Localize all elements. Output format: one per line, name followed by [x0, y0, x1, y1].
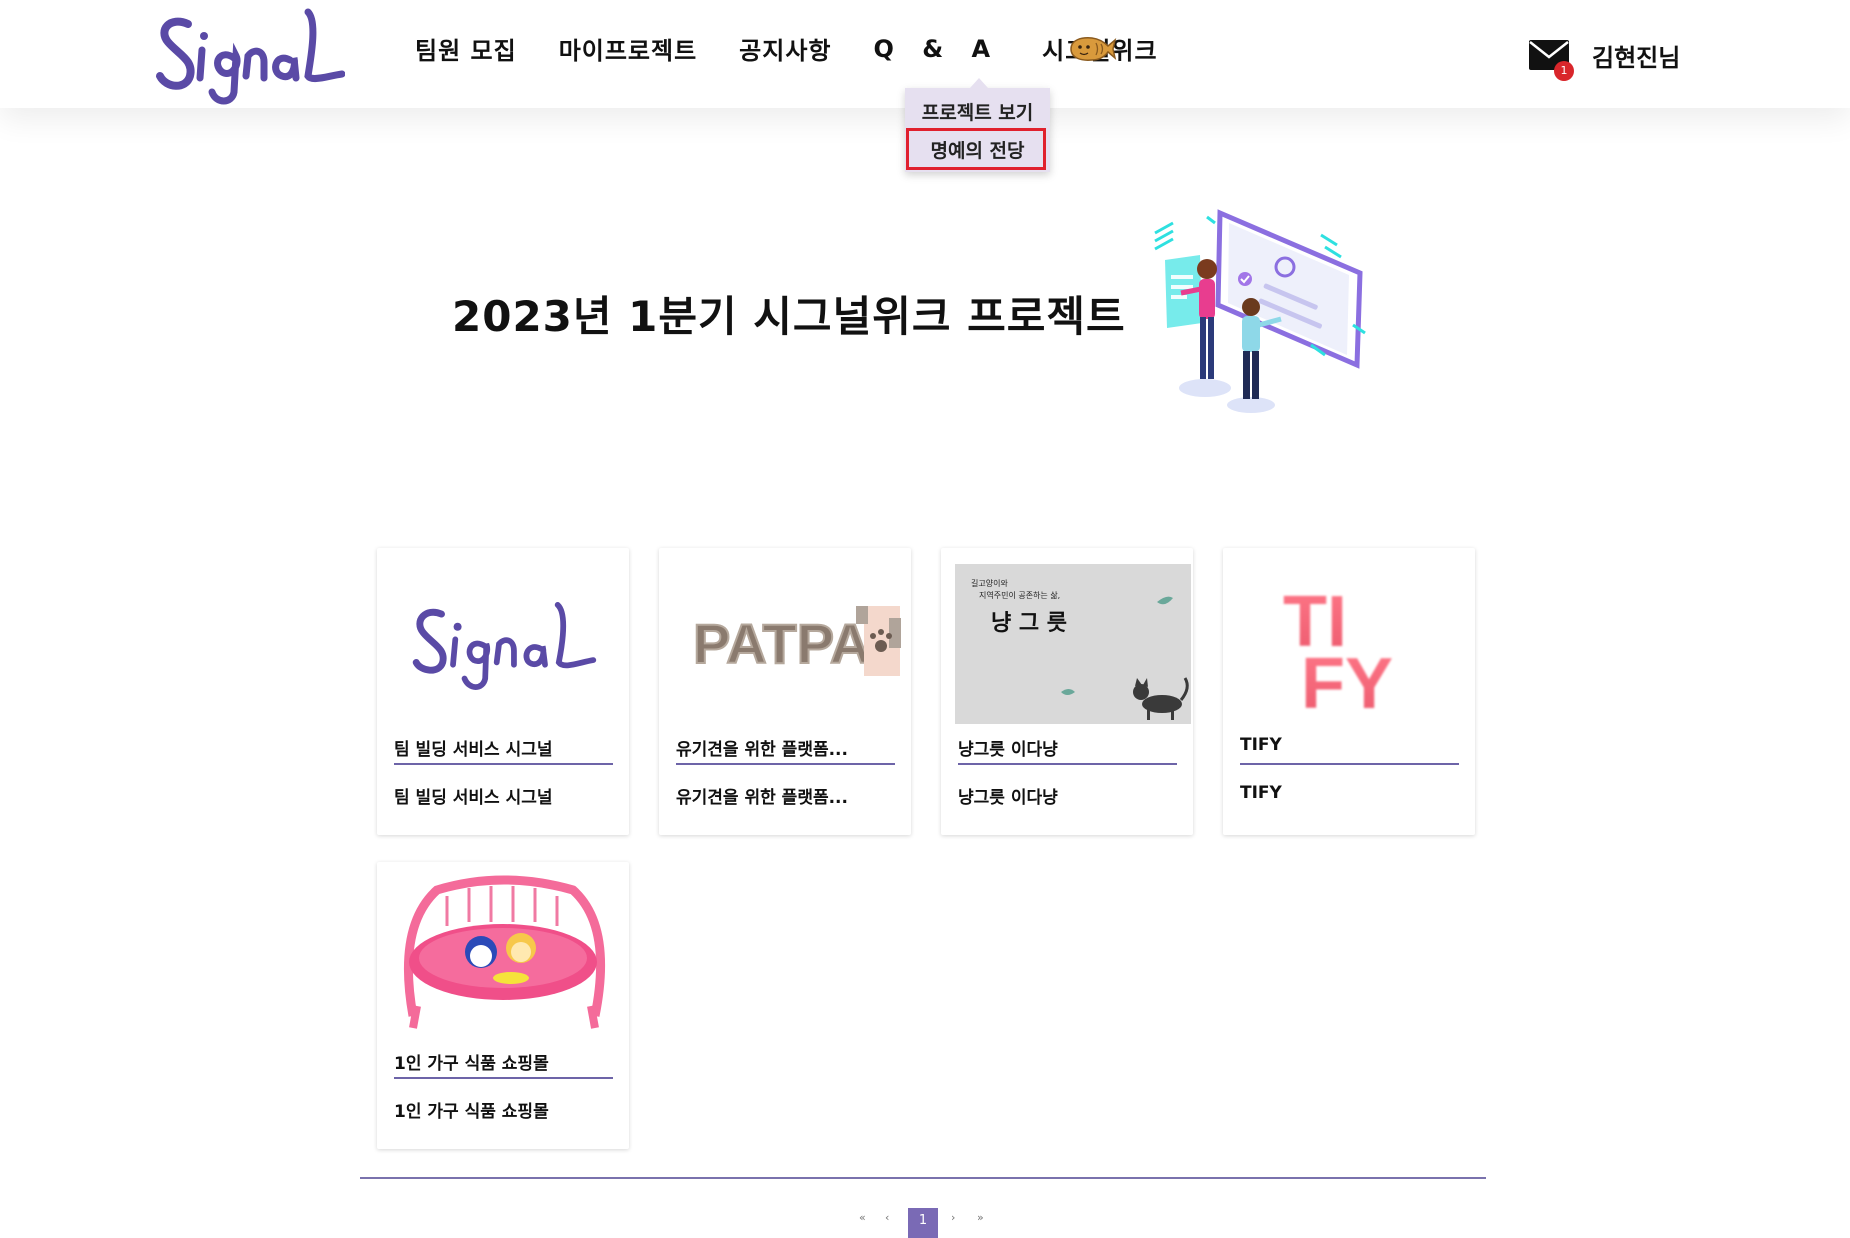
- pagination-last[interactable]: »: [977, 1211, 984, 1224]
- hero-illustration: [1154, 209, 1366, 413]
- card-title: TIFY: [1240, 735, 1282, 755]
- user-name[interactable]: 김현진님: [1592, 38, 1680, 73]
- project-thumbnail: [377, 558, 629, 728]
- pink-kids-chair-image: [404, 875, 606, 1029]
- card-description: 유기견을 위한 플랫폼...: [676, 788, 848, 808]
- project-card[interactable]: 길고양이와 지역주민이 공존하는 삶, 냥 그 릇 냥그릇 이다냥 냥그릇 이다…: [941, 548, 1193, 835]
- card-title: 유기견을 위한 플랫폼...: [676, 740, 848, 760]
- dropdown-item-view-projects[interactable]: 프로젝트 보기: [905, 98, 1050, 125]
- project-thumbnail: 길고양이와 지역주민이 공존하는 삶, 냥 그 릇: [941, 558, 1193, 728]
- banner-subtext-1: 길고양이와: [971, 578, 1008, 588]
- card-divider: [394, 1077, 613, 1079]
- card-divider: [958, 763, 1177, 765]
- pagination-next[interactable]: ›: [951, 1211, 955, 1224]
- list-bottom-divider: [360, 1177, 1486, 1179]
- tify-logo: TI FY: [1283, 582, 1393, 724]
- pagination-current-page[interactable]: 1: [908, 1208, 938, 1238]
- dropdown-arrow: [970, 78, 988, 88]
- patpat-logo: PATPAT: [692, 606, 901, 676]
- mail-count-badge: 1: [1554, 61, 1574, 81]
- page-title: 2023년 1분기 시그널위크 프로젝트: [452, 292, 1126, 341]
- card-title: 냥그릇 이다냥: [958, 740, 1058, 760]
- project-card[interactable]: PATPAT 유기견을 위한 플랫폼... 유기견을 위한 플랫폼...: [659, 548, 911, 835]
- signal-logo: [412, 602, 597, 690]
- card-divider: [676, 763, 895, 765]
- nav-my-project[interactable]: 마이프로젝트: [559, 31, 697, 66]
- banner-heading: 냥 그 릇: [991, 611, 1067, 636]
- card-title: 1인 가구 식품 쇼핑몰: [394, 1054, 549, 1074]
- card-title: 팀 빌딩 서비스 시그널: [394, 740, 553, 760]
- project-thumbnail: TI FY: [1223, 558, 1475, 728]
- project-card[interactable]: 1인 가구 식품 쇼핑몰 1인 가구 식품 쇼핑몰: [377, 862, 629, 1149]
- nav-qna[interactable]: Q & A: [874, 35, 1001, 63]
- nav-team-recruit[interactable]: 팀원 모집: [415, 31, 517, 66]
- pagination: « ‹ 1 › »: [855, 1208, 995, 1238]
- tify-logo-line-2: FY: [1301, 644, 1393, 724]
- card-description: 냥그릇 이다냥: [958, 788, 1058, 808]
- card-description: 팀 빌딩 서비스 시그널: [394, 788, 553, 808]
- bungeoppang-icon[interactable]: [1067, 34, 1117, 64]
- card-description: 1인 가구 식품 쇼핑몰: [394, 1102, 549, 1122]
- signal-logo[interactable]: [150, 2, 345, 106]
- signal-week-dropdown: 프로젝트 보기 명예의 전당: [905, 88, 1050, 172]
- project-card[interactable]: 팀 빌딩 서비스 시그널 팀 빌딩 서비스 시그널: [377, 548, 629, 835]
- banner-subtext-2: 지역주민이 공존하는 삶,: [979, 590, 1060, 600]
- project-thumbnail: PATPAT: [659, 558, 911, 728]
- pagination-prev[interactable]: ‹: [885, 1211, 889, 1224]
- nyangroot-banner: 길고양이와 지역주민이 공존하는 삶, 냥 그 릇: [955, 564, 1191, 724]
- nav-notice[interactable]: 공지사항: [739, 31, 831, 66]
- pagination-first[interactable]: «: [859, 1211, 866, 1224]
- project-thumbnail: [377, 866, 629, 1036]
- dropdown-item-hall-of-fame[interactable]: 명예의 전당: [905, 136, 1050, 163]
- card-description: TIFY: [1240, 783, 1282, 803]
- project-card[interactable]: TI FY TIFY TIFY: [1223, 548, 1475, 835]
- card-divider: [394, 763, 613, 765]
- card-divider: [1240, 763, 1459, 765]
